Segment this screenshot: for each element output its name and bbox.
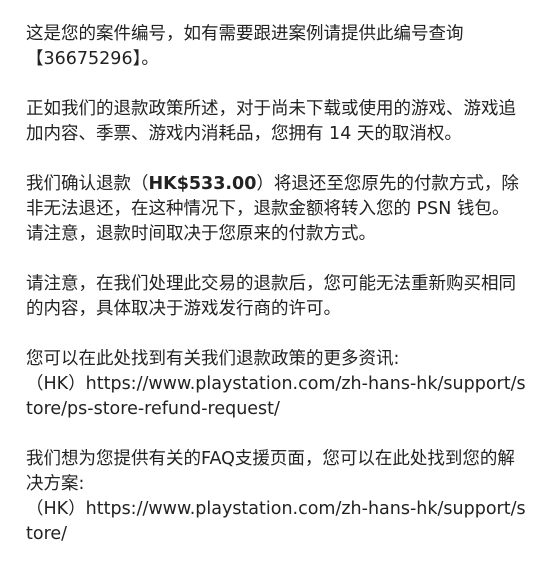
faq-link-paragraph: 我们想为您提供有关的FAQ支援页面，您可以在此处找到您的解决方案: （HK）ht… xyxy=(26,447,526,547)
case-number-text: 这是您的案件编号，如有需要跟进案例请提供此编号查询 xyxy=(26,24,464,44)
faq-intro: 我们想为您提供有关的FAQ支援页面，您可以在此处找到您的解决方案: xyxy=(26,449,515,494)
faq-region: （HK） xyxy=(26,499,86,519)
refund-policy-link[interactable]: https://www.playstation.com/zh-hans-hk/s… xyxy=(26,374,526,419)
refund-policy-paragraph: 正如我们的退款政策所述，对于尚未下载或使用的游戏、游戏追加内容、季票、游戏内消耗… xyxy=(26,99,516,144)
refund-policy-region: （HK） xyxy=(26,374,86,394)
refund-confirmation-paragraph: 我们确认退款（HK$533.00）将退还至您原先的付款方式，除非无法退还，在这种… xyxy=(26,172,526,247)
faq-link[interactable]: https://www.playstation.com/zh-hans-hk/s… xyxy=(26,499,526,544)
repurchase-notice-paragraph: 请注意，在我们处理此交易的退款后，您可能无法重新购买相同的内容，具体取决于游戏发… xyxy=(26,274,516,319)
refund-amount: HK$533.00 xyxy=(148,174,257,194)
refund-policy-intro: 您可以在此处找到有关我们退款政策的更多资讯: xyxy=(26,349,400,369)
refund-confirmation-prefix: 我们确认退款（ xyxy=(26,174,149,194)
email-message-body: 这是您的案件编号，如有需要跟进案例请提供此编号查询 【36675296】。 正如… xyxy=(26,22,526,572)
refund-policy-link-paragraph: 您可以在此处找到有关我们退款政策的更多资讯: （HK）https://www.p… xyxy=(26,347,526,422)
case-number: 【36675296】。 xyxy=(26,49,159,69)
case-number-paragraph: 这是您的案件编号，如有需要跟进案例请提供此编号查询 【36675296】。 xyxy=(26,22,526,72)
